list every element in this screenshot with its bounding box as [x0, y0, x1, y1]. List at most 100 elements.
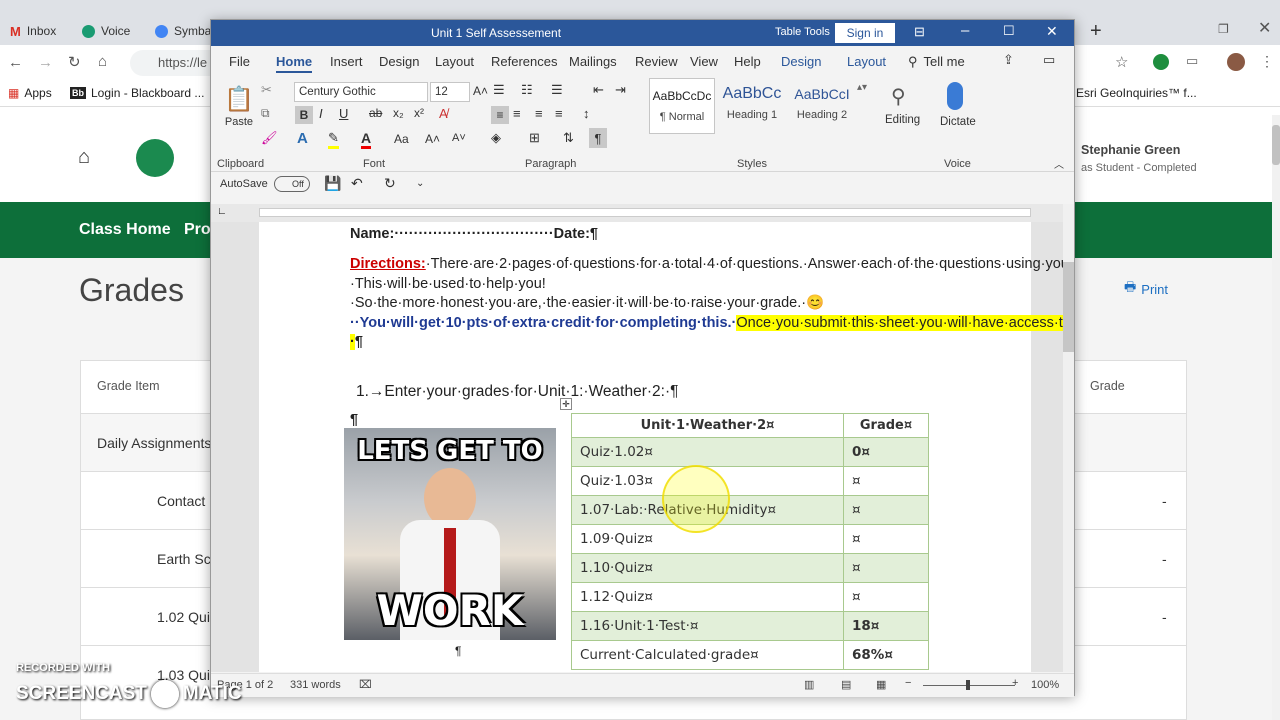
underline-icon[interactable]: U [339, 106, 348, 121]
autosave-toggle[interactable]: Off [274, 176, 310, 192]
increase-indent-icon[interactable]: ⇥ [615, 82, 626, 98]
tab-design[interactable]: Design [379, 54, 419, 69]
print-layout-icon[interactable]: ▤ [841, 678, 851, 691]
new-tab-plus-icon[interactable]: + [1090, 20, 1102, 43]
subscript-icon[interactable]: x₂ [393, 106, 404, 120]
item-cell[interactable]: 1.16·Unit·1·Test·¤ [571, 611, 844, 641]
styles-scroll-icon[interactable]: ▴▾ [857, 82, 867, 93]
tab-mailings[interactable]: Mailings [569, 54, 617, 69]
row-label[interactable]: 1.02 Qui [157, 609, 210, 625]
vertical-scrollbar[interactable] [1063, 204, 1074, 672]
zoom-slider-thumb[interactable] [966, 680, 970, 690]
tab-inbox[interactable]: M Inbox [10, 20, 56, 42]
tab-table-layout[interactable]: Layout [847, 54, 886, 69]
bookmark-apps[interactable]: ▦ Apps [8, 86, 52, 100]
decrease-indent-icon[interactable]: ⇤ [593, 82, 604, 98]
grow-font-icon[interactable]: A˄ [473, 84, 488, 98]
tab-insert[interactable]: Insert [330, 54, 363, 69]
find-magnifier-icon[interactable]: ⚲ [891, 84, 906, 109]
align-center-icon[interactable]: ≡ [513, 106, 521, 121]
bullets-icon[interactable]: ☰ [493, 82, 505, 98]
text-effects-icon[interactable]: A [297, 130, 308, 147]
paste-icon[interactable]: 📋 [223, 84, 255, 114]
tab-help[interactable]: Help [734, 54, 761, 69]
read-mode-icon[interactable]: ▥ [804, 678, 814, 691]
strikethrough-icon[interactable]: ab [369, 106, 382, 120]
zoom-out-icon[interactable]: − [905, 677, 911, 689]
item-cell[interactable]: 1.12·Quiz¤ [571, 582, 844, 612]
home-icon[interactable]: ⌂ [78, 146, 90, 169]
grade-cell[interactable]: ¤ [843, 524, 929, 554]
undo-icon[interactable]: ↶ [351, 175, 363, 192]
tab-layout[interactable]: Layout [435, 54, 474, 69]
italic-icon[interactable]: I [319, 106, 323, 121]
header-cell[interactable]: Unit·1·Weather·2¤ [571, 413, 844, 438]
item-cell[interactable]: 1.10·Quiz¤ [571, 553, 844, 583]
grade-cell[interactable]: 18¤ [843, 611, 929, 641]
tab-view[interactable]: View [690, 54, 718, 69]
zoom-in-icon[interactable]: + [1012, 677, 1018, 689]
close-window-icon[interactable]: ✕ [1258, 18, 1271, 38]
back-icon[interactable]: ← [8, 54, 23, 71]
change-case-icon[interactable]: Aa [394, 132, 409, 146]
copy-icon[interactable]: ⧉ [261, 106, 270, 121]
tab-voice[interactable]: Voice [82, 20, 130, 42]
ruler-scale[interactable] [259, 208, 1031, 217]
tab-home[interactable]: Home [276, 54, 313, 73]
sort-icon[interactable]: ⇅ [563, 130, 574, 146]
show-marks-icon[interactable]: ¶ [589, 128, 607, 148]
editing-button[interactable]: Editing [885, 114, 920, 126]
tab-table-design[interactable]: Design [781, 54, 821, 69]
nav-class-home[interactable]: Class Home [79, 221, 171, 239]
sign-in-button[interactable]: Sign in [835, 23, 895, 43]
dictate-button[interactable]: Dictate [940, 116, 976, 128]
menu-kebab-icon[interactable]: ⋮ [1260, 53, 1274, 70]
borders-icon[interactable]: ⊞ [529, 130, 540, 146]
style-normal[interactable]: AaBbCcDc ¶ Normal [649, 78, 715, 134]
tell-me-box[interactable]: ⚲ Tell me [908, 54, 965, 70]
superscript-icon[interactable]: x² [414, 106, 424, 120]
tab-selector-icon[interactable]: ∟ [217, 206, 227, 217]
proofing-icon[interactable]: ⌧ [359, 678, 372, 691]
tab-symba[interactable]: Symba [155, 20, 211, 42]
line-spacing-icon[interactable]: ↕ [583, 106, 590, 121]
style-heading-1[interactable]: AaBbCc Heading 1 [719, 78, 785, 134]
print-button[interactable]: 🖶 Print [1124, 278, 1168, 300]
zoom-slider[interactable] [923, 680, 1015, 690]
format-painter-icon[interactable]: 🖌 [261, 130, 278, 146]
close-icon[interactable]: ✕ [1046, 23, 1058, 40]
cut-icon[interactable]: ✂ [261, 82, 272, 98]
redo-icon[interactable]: ↻ [384, 175, 396, 192]
bold-icon[interactable]: B [295, 106, 313, 124]
grade-cell[interactable]: ¤ [843, 466, 929, 496]
style-heading-2[interactable]: AaBbCcI Heading 2 [789, 78, 855, 134]
bookmark-esri[interactable]: Esri GeoInquiries™ f... [1076, 86, 1197, 100]
microphone-icon[interactable] [947, 82, 963, 110]
grade-cell[interactable]: ¤ [843, 582, 929, 612]
bookmark-star-icon[interactable]: ☆ [1115, 53, 1128, 71]
ribbon-display-icon[interactable]: ⊟ [914, 24, 925, 40]
font-color-icon[interactable]: A [361, 130, 372, 149]
collapse-ribbon-icon[interactable]: ︿ [1054, 156, 1064, 171]
nav-pro[interactable]: Pro [184, 221, 211, 239]
row-label[interactable]: Contact [157, 493, 205, 509]
zoom-level[interactable]: 100% [1031, 679, 1059, 691]
highlight-icon[interactable]: ✎ [328, 130, 339, 149]
justify-icon[interactable]: ≡ [555, 106, 563, 121]
extension-icon[interactable]: ▭ [1186, 53, 1198, 69]
comments-icon[interactable]: ▭ [1043, 52, 1055, 68]
row-label[interactable]: Daily Assignments [97, 435, 211, 451]
address-bar[interactable]: https://le [130, 50, 210, 76]
header-cell[interactable]: Grade¤ [843, 413, 929, 438]
bookmark-login[interactable]: Bb Login - Blackboard ... [70, 86, 204, 100]
home-icon[interactable]: ⌂ [98, 53, 107, 70]
grade-cell[interactable]: ¤ [843, 553, 929, 583]
item-cell[interactable]: Quiz·1.02¤ [571, 437, 844, 467]
web-layout-icon[interactable]: ▦ [876, 678, 886, 691]
save-icon[interactable]: 💾 [324, 175, 341, 192]
minimize-icon[interactable]: – [961, 22, 969, 39]
directions-paragraph[interactable]: Directions:·There·are·2·pages·of·questio… [350, 255, 1063, 353]
name-date-line[interactable]: Name:·································Da… [350, 226, 598, 242]
multilevel-list-icon[interactable]: ☰ [551, 82, 563, 98]
page-scrollbar[interactable] [1272, 115, 1280, 720]
